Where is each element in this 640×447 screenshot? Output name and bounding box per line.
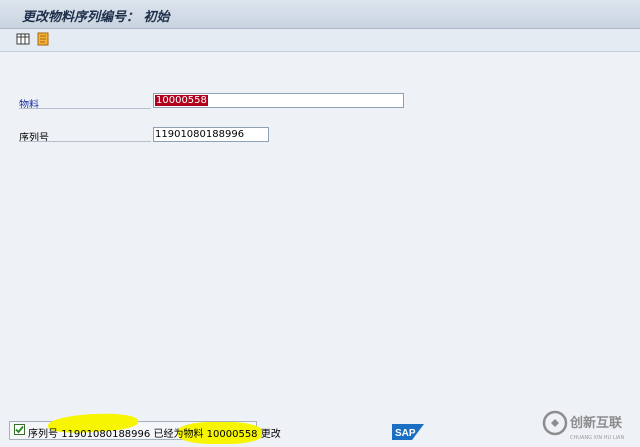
status-mid: 已经为物料 <box>153 429 204 440</box>
status-serial: 11901080188996 <box>61 429 151 440</box>
status-material: 10000558 <box>206 429 258 440</box>
watermark-logo: 创新互联 CHUANG XIN HU LIAN <box>540 408 640 447</box>
sap-logo: SAP <box>392 424 424 443</box>
grid-icon[interactable] <box>16 32 32 48</box>
status-message: 序列号 11901080188996 已经为物料 10000558 更改 <box>28 425 281 440</box>
main-content <box>8 55 632 417</box>
material-value: 10000558 <box>155 95 208 106</box>
serial-label-underline <box>19 141 151 142</box>
title-bar: 更改物料序列编号： 初始 <box>0 0 640 29</box>
material-field[interactable]: 10000558 <box>153 93 404 108</box>
svg-text:SAP: SAP <box>395 428 416 439</box>
status-prefix: 序列号 <box>28 429 58 440</box>
status-suffix: 更改 <box>260 429 281 440</box>
material-label-underline <box>19 108 151 109</box>
serial-value: 11901080188996 <box>155 129 245 140</box>
svg-text:创新互联: 创新互联 <box>569 415 622 431</box>
success-check-icon <box>14 424 25 435</box>
change-icon[interactable] <box>36 32 52 48</box>
page-title: 更改物料序列编号： 初始 <box>22 10 170 25</box>
svg-text:CHUANG XIN HU LIAN: CHUANG XIN HU LIAN <box>570 435 624 441</box>
application-toolbar <box>0 29 640 52</box>
serial-field[interactable]: 11901080188996 <box>153 127 269 142</box>
